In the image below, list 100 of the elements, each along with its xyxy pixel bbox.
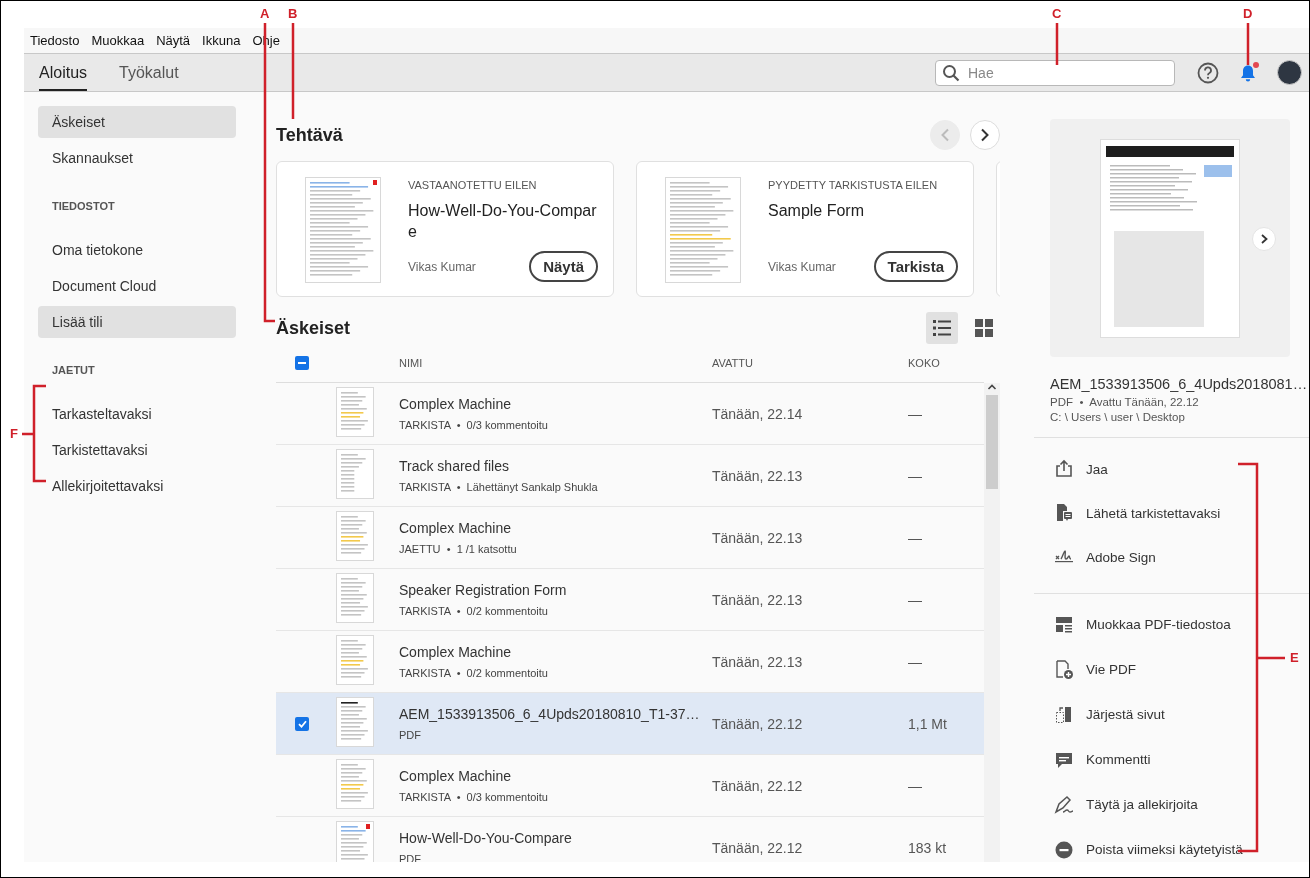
file-row[interactable]: Speaker Registration Form TARKISTA • 0/2 kommentoitu Tänään, 22.13 — (276, 569, 984, 631)
sidebar-item[interactable]: Document Cloud (38, 270, 236, 302)
file-size: — (908, 777, 923, 794)
callout-label: E (1290, 651, 1299, 665)
minus-icon (298, 362, 306, 364)
task-label: VASTAANOTETTU EILEN (408, 179, 538, 191)
file-row[interactable]: Complex Machine JAETTU • 1 /1 katsottu Tänään, 22.13 — (276, 507, 984, 569)
list-icon (932, 318, 952, 338)
file-name: Complex Machine (399, 768, 513, 784)
menu-item[interactable]: Ikkuna (202, 33, 241, 48)
panel-action[interactable]: Kommentti (1054, 737, 1151, 782)
file-size: — (908, 653, 923, 670)
sidebar-item[interactable]: Äskeiset (38, 106, 236, 138)
document-thumbnail (336, 510, 374, 561)
file-status: TARKISTA • 0/2 kommentoitu (399, 605, 549, 617)
checkmark-icon (297, 719, 307, 728)
file-size: — (908, 405, 923, 422)
chevron-left-icon (940, 128, 950, 142)
panel-action[interactable]: Järjestä sivut (1054, 692, 1165, 737)
next-button[interactable] (970, 120, 1000, 150)
document-thumbnail (336, 634, 374, 685)
file-status: TARKISTA • 0/3 kommentoitu (399, 791, 549, 803)
chevron-right-icon (980, 128, 990, 142)
pages-icon (1054, 704, 1074, 725)
opened-date: Tänään, 22.14 (712, 405, 804, 422)
file-status: TARKISTA • Lähettänyt Sankalp Shukla (399, 481, 599, 493)
column-header: NIMI (399, 357, 424, 369)
file-status: TARKISTA • 0/3 kommentoitu (399, 419, 549, 431)
file-size: — (908, 529, 923, 546)
file-name: AEM_1533913506_6_4Upds2018081… (1050, 376, 1309, 392)
file-size: — (908, 591, 923, 608)
sidebar-item[interactable]: Skannaukset (38, 142, 236, 174)
panel-action[interactable]: Poista viimeksi käytetyistä (1054, 827, 1243, 872)
task-action-button[interactable]: Tarkista (873, 251, 958, 282)
chevron-right-icon (1260, 234, 1268, 244)
callout-label: F (10, 427, 18, 441)
task-title: Sample Form (768, 201, 866, 221)
file-row[interactable]: AEM_1533913506_6_4Upds20180810_T1-37… PDF Tänään, 22.12 1,1 Mt (276, 693, 984, 755)
file-meta: PDF • Avattu Tänään, 22.12 (1050, 396, 1200, 408)
task-action-button[interactable]: Näytä (529, 251, 598, 282)
file-status: TARKISTA • 0/2 kommentoitu (399, 667, 549, 679)
file-name: Complex Machine (399, 644, 513, 660)
panel-action[interactable]: Vie PDF (1054, 647, 1137, 692)
file-row[interactable]: Complex Machine TARKISTA • 0/3 kommentoitu Tänään, 22.14 — (276, 383, 984, 445)
document-comment-icon (1054, 503, 1074, 523)
file-size: — (908, 467, 923, 484)
menu-item[interactable]: Näytä (156, 33, 191, 48)
callout-line (1246, 23, 1250, 65)
notification-bell-icon[interactable] (1238, 62, 1258, 83)
select-all-checkbox[interactable] (295, 356, 309, 370)
file-row[interactable]: Track shared files TARKISTA • Lähettänyt Sankalp Shukla Tänään, 22.13 — (276, 445, 984, 507)
panel-action[interactable]: Jaa (1054, 447, 1108, 491)
task-title: How-Well-Do-You-Compare (408, 201, 598, 242)
file-status: JAETTU • 1 /1 katsottu (399, 543, 518, 555)
opened-date: Tänään, 22.13 (712, 653, 804, 670)
section-title: Tehtävä (276, 124, 343, 146)
sidebar-item[interactable]: Tarkasteltavaksi (38, 398, 236, 430)
help-icon[interactable] (1197, 61, 1219, 84)
task-owner: Vikas Kumar (408, 259, 476, 274)
file-name: How-Well-Do-You-Compare (399, 830, 573, 846)
file-name: Speaker Registration Form (399, 582, 568, 598)
search-field[interactable]: Hae (935, 59, 1175, 86)
next-page-button[interactable] (1252, 227, 1276, 251)
document-thumbnail (336, 386, 374, 437)
scrollbar-thumb[interactable] (986, 395, 998, 489)
sidebar-item[interactable]: Tarkistettavaksi (38, 434, 236, 466)
panel-action[interactable]: Täytä ja allekirjoita (1054, 782, 1198, 827)
column-header: KOKO (908, 357, 941, 369)
tab[interactable]: Työkalut (119, 54, 179, 91)
callout-line (1055, 23, 1059, 65)
layout-icon (1054, 614, 1074, 635)
file-name: Complex Machine (399, 520, 513, 536)
sidebar-item[interactable]: Allekirjoitettavaksi (38, 470, 236, 502)
row-checkbox[interactable] (295, 716, 309, 731)
section-header: JAETUT (51, 364, 96, 376)
callout-label: A (260, 7, 270, 21)
opened-date: Tänään, 22.12 (712, 839, 804, 856)
search-icon (942, 63, 960, 82)
panel-action[interactable]: Adobe Sign (1054, 535, 1156, 579)
document-plus-icon (1054, 659, 1074, 680)
document-thumbnail (336, 758, 374, 809)
list-view-button[interactable] (926, 312, 958, 344)
opened-date: Tänään, 22.13 (712, 591, 804, 608)
panel-action[interactable]: Muokkaa PDF-tiedostoa (1054, 602, 1231, 647)
opened-date: Tänään, 22.12 (712, 715, 804, 732)
caret-up-icon[interactable] (987, 383, 997, 391)
document-thumbnail (336, 448, 374, 499)
file-path: C: \ Users \ user \ Desktop (1050, 411, 1186, 423)
callout-label: C (1052, 7, 1062, 21)
sidebar-item[interactable]: Oma tietokone (38, 234, 236, 266)
grid-icon (975, 319, 993, 337)
menu-item[interactable]: Tiedosto (30, 33, 80, 48)
add-account-button[interactable]: Lisää tili (38, 306, 236, 338)
panel-action[interactable]: Lähetä tarkistettavaksi (1054, 491, 1221, 535)
section-title: Äskeiset (276, 317, 351, 339)
menu-item[interactable]: Muokkaa (91, 33, 145, 48)
opened-date: Tänään, 22.12 (712, 777, 804, 794)
document-thumbnail (336, 696, 374, 747)
avatar[interactable] (1277, 60, 1302, 85)
file-row[interactable]: Complex Machine TARKISTA • 0/3 kommentoitu Tänään, 22.12 — (276, 755, 984, 817)
